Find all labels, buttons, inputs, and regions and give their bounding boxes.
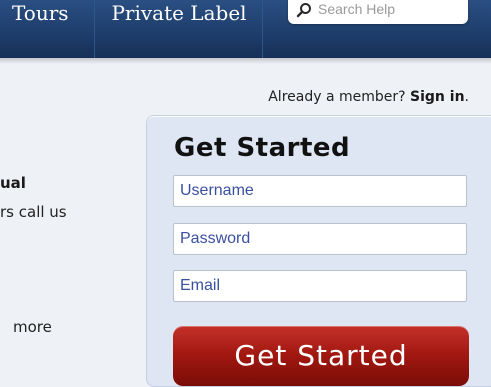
member-prompt-text: Already a member? — [268, 89, 406, 105]
search-box[interactable]: Search Help — [288, 0, 468, 24]
top-navigation: Tours Private Label Search Help — [0, 0, 491, 58]
nav-shadow — [0, 58, 491, 64]
signup-title: Get Started — [174, 133, 351, 163]
left-section-text: rs call us — [0, 203, 67, 221]
learn-more-link[interactable]: more — [13, 318, 52, 336]
username-field[interactable] — [173, 175, 467, 207]
nav-item-tours[interactable]: Tours — [0, 0, 95, 58]
search-placeholder[interactable]: Search Help — [318, 1, 395, 17]
left-section-title: ual — [0, 174, 26, 192]
password-field[interactable] — [173, 223, 467, 255]
member-prompt: Already a member? Sign in. — [268, 89, 469, 105]
member-prompt-period: . — [464, 89, 469, 105]
get-started-button[interactable]: Get Started — [173, 326, 469, 386]
email-field[interactable] — [173, 270, 467, 302]
nav-item-private-label[interactable]: Private Label — [96, 0, 263, 58]
sign-in-link[interactable]: Sign in — [410, 89, 465, 105]
search-icon[interactable] — [296, 2, 312, 18]
